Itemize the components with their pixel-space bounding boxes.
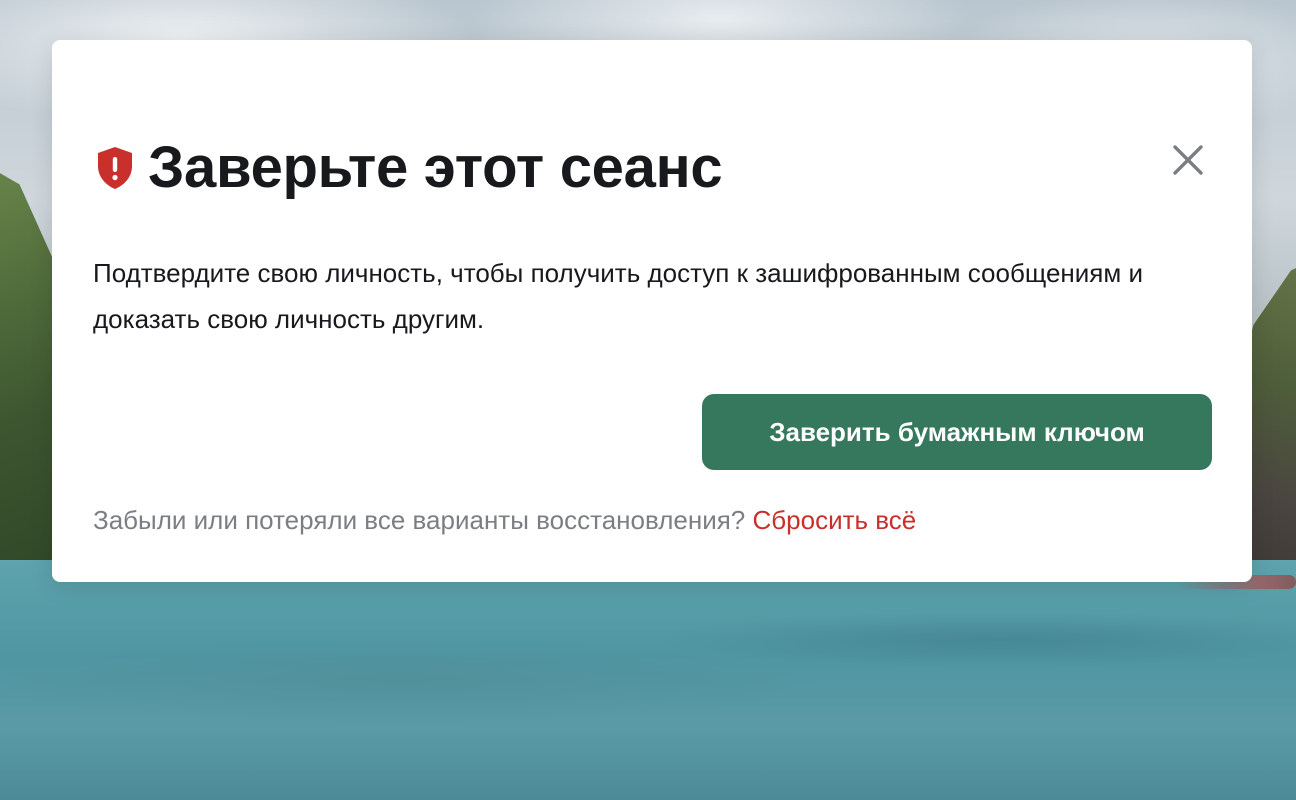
- shield-alert-icon: [96, 146, 134, 190]
- dialog-title: Заверьте этот сеанс: [148, 135, 723, 200]
- close-icon: [1171, 143, 1205, 182]
- dialog-description: Подтвердите свою личность, чтобы получит…: [93, 258, 1144, 334]
- dialog-header: Заверьте этот сеанс: [96, 135, 723, 200]
- verify-session-dialog: Заверьте этот сеанс Подтвердите свою лич…: [52, 40, 1252, 582]
- close-button[interactable]: [1168, 142, 1208, 182]
- background-landscape: Заверьте этот сеанс Подтвердите свою лич…: [0, 0, 1296, 800]
- lake-water: [0, 560, 1296, 800]
- verify-with-recovery-key-button[interactable]: Заверить бумажным ключом: [702, 394, 1212, 470]
- recovery-footer: Забыли или потеряли все варианты восстан…: [93, 500, 916, 540]
- reset-all-link[interactable]: Сбросить всё: [753, 505, 917, 535]
- footer-question: Забыли или потеряли все варианты восстан…: [93, 505, 746, 535]
